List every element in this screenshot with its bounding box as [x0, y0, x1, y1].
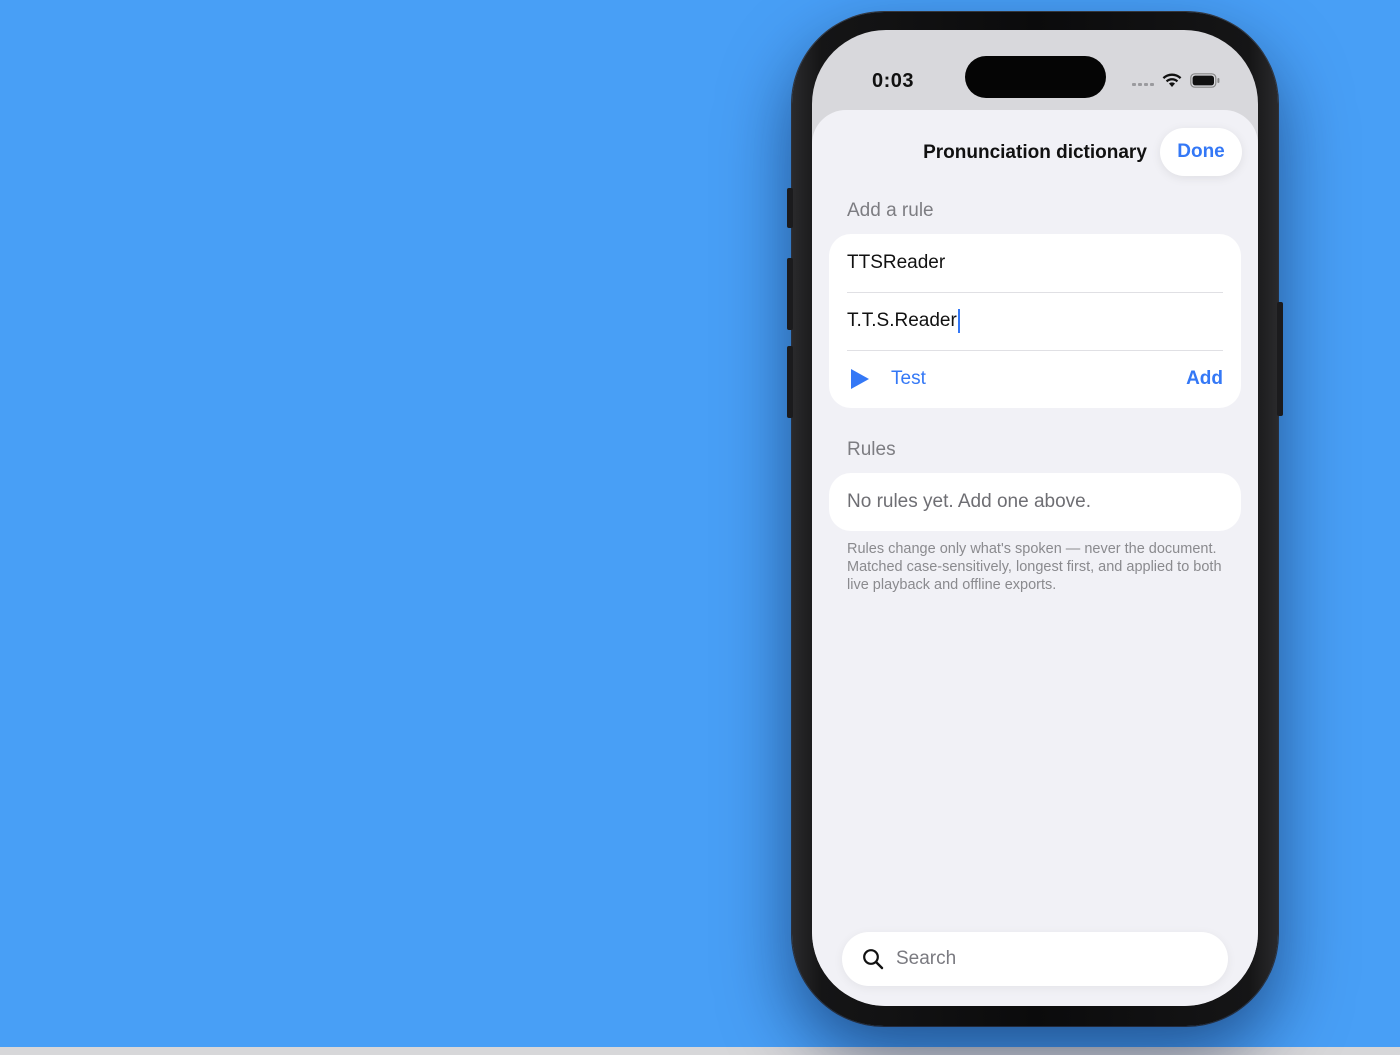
replacement-row: T.T.S.Reader: [847, 292, 1223, 351]
volume-up-button: [787, 258, 793, 330]
status-time: 0:03: [872, 70, 915, 92]
cellular-signal-icon: [1132, 82, 1154, 86]
add-rule-header: Add a rule: [847, 200, 934, 221]
rules-footnote: Rules change only what's spoken — never …: [847, 541, 1222, 593]
add-rule-card: T.T.S.Reader Test Add: [829, 234, 1241, 408]
rules-header: Rules: [847, 439, 896, 460]
test-label: Test: [891, 368, 926, 389]
bottom-strip: [0, 1047, 1400, 1055]
rules-empty-text: No rules yet. Add one above.: [847, 491, 1091, 512]
rules-card: No rules yet. Add one above.: [829, 473, 1241, 531]
status-icons: [1132, 70, 1220, 90]
add-button[interactable]: Add: [1186, 368, 1223, 390]
power-button: [1277, 302, 1283, 416]
dynamic-island: [965, 56, 1106, 98]
actions-row: Test Add: [847, 350, 1223, 408]
replacement-input[interactable]: T.T.S.Reader: [847, 309, 960, 333]
wifi-icon: [1162, 73, 1182, 87]
pronunciation-sheet: Pronunciation dictionary Done Add a rule…: [812, 110, 1258, 1006]
silent-switch: [787, 188, 793, 228]
search-bar[interactable]: [842, 932, 1228, 986]
done-button[interactable]: Done: [1160, 128, 1242, 176]
search-icon: [863, 949, 884, 970]
replacement-text: T.T.S.Reader: [847, 310, 957, 331]
volume-down-button: [787, 346, 793, 418]
text-caret: [957, 309, 960, 333]
play-icon: [851, 369, 869, 389]
battery-icon: [1190, 72, 1220, 88]
word-input[interactable]: [847, 252, 1223, 274]
phone-frame: 0:03 Pronunciation dictionary Done Add a…: [787, 12, 1283, 1026]
word-row: [847, 234, 1223, 293]
search-input[interactable]: [894, 947, 1198, 971]
phone-screen: 0:03 Pronunciation dictionary Done Add a…: [812, 30, 1258, 1006]
test-button[interactable]: Test: [847, 368, 926, 390]
